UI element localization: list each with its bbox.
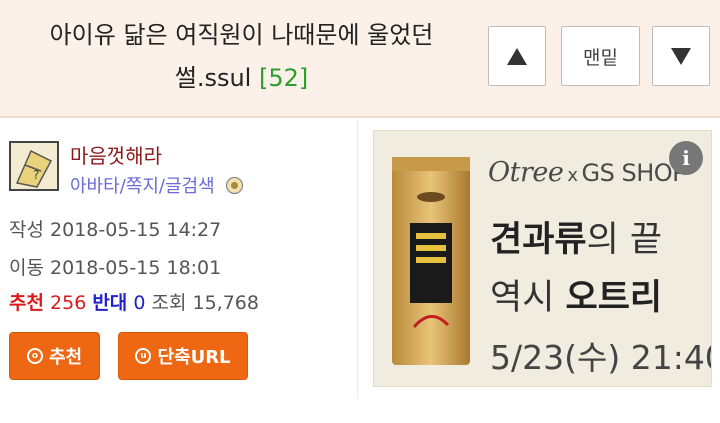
advertisement-banner[interactable]: Otree x GS SHOP 견과류의 끝 역시 오트리 5/23(수) 21:4…	[373, 130, 712, 387]
recommend-button[interactable]: o 추천	[9, 332, 100, 380]
post-title-line1: 아이유 닮은 여직원이 나때문에 울었던	[49, 21, 434, 49]
ad-headline-2: 역시 오트리	[490, 269, 662, 320]
ad-headline-2-bold: 오트리	[565, 278, 663, 318]
written-date: 2018-05-15 14:27	[50, 219, 222, 241]
avatar[interactable]: ?	[9, 141, 59, 191]
recommend-circle-icon: o	[26, 348, 43, 364]
post-title-bar: 아이유 닮은 여직원이 나때문에 울었던 썰.ssul [52] 맨밑	[0, 0, 720, 118]
scroll-down-button[interactable]	[652, 26, 710, 86]
product-pouch-icon	[392, 157, 470, 365]
written-label: 작성	[9, 219, 44, 241]
short-url-button[interactable]: u 단축URL	[118, 332, 248, 380]
views-label: 조회	[151, 292, 187, 314]
ad-brand-x: x	[567, 165, 578, 186]
ad-headline-2-rest: 역시	[490, 278, 566, 318]
avatar-link[interactable]: 아바타	[70, 176, 120, 197]
post-search-link[interactable]: 글검색	[165, 176, 215, 197]
author-name[interactable]: 마음껏해라	[70, 140, 162, 169]
scroll-bottom-button[interactable]: 맨밑	[561, 26, 640, 86]
recommend-button-label: 추천	[48, 347, 83, 368]
short-url-circle-icon: u	[135, 348, 152, 364]
ad-headline-1-bold: 견과류	[490, 220, 587, 260]
ad-headline-1: 견과류의 끝	[490, 211, 662, 262]
moved-date: 2018-05-15 18:01	[50, 257, 222, 279]
written-row: 작성 2018-05-15 14:27	[9, 215, 221, 242]
member-badge-icon	[226, 177, 244, 194]
scroll-up-button[interactable]	[488, 26, 546, 86]
ad-brand: Otree x GS SHOP	[488, 157, 687, 188]
stats-row: 추천 256 반대 0 조회 15,768	[9, 288, 259, 315]
ad-info-icon[interactable]: i	[669, 141, 703, 175]
ad-headline-1-rest: 의 끝	[586, 220, 663, 260]
oppose-count: 0	[133, 292, 146, 314]
recommend-count: 256	[50, 292, 87, 314]
arrow-up-icon	[507, 47, 527, 65]
comment-count[interactable]: [52]	[259, 64, 308, 92]
recommend-label: 추천	[9, 292, 44, 314]
author-links: 아바타/쪽지/글검색	[70, 172, 244, 198]
post-title: 아이유 닮은 여직원이 나때문에 울었던 썰.ssul [52]	[14, 14, 469, 100]
ad-brand-otree: Otree	[488, 157, 564, 188]
moved-row: 이동 2018-05-15 18:01	[9, 253, 221, 280]
advertisement-area: Otree x GS SHOP 견과류의 끝 역시 오트리 5/23(수) 21:4…	[358, 120, 720, 398]
arrow-down-icon	[671, 47, 691, 65]
avatar-image-icon: ?	[11, 143, 57, 189]
short-url-button-label: 단축URL	[157, 347, 231, 368]
ad-date: 5/23(수) 21:40	[490, 338, 712, 377]
post-title-line2: 썰.ssul	[174, 64, 252, 92]
post-info-panel: ? 마음껏해라 아바타/쪽지/글검색 작성 2018-05-15 14:27 이…	[0, 120, 358, 398]
message-link[interactable]: 쪽지	[126, 176, 159, 197]
views-count: 15,768	[192, 292, 259, 314]
oppose-label: 반대	[92, 292, 128, 314]
svg-text:?: ?	[33, 168, 39, 182]
moved-label: 이동	[9, 257, 44, 279]
